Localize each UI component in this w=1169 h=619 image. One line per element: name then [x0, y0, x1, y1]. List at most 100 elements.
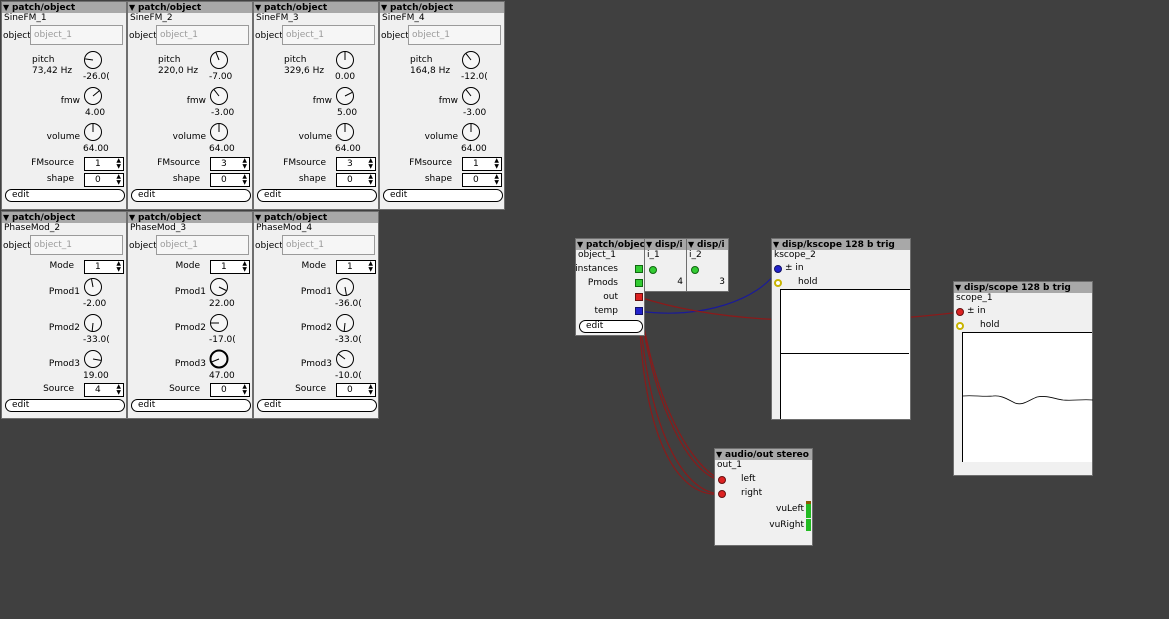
stepper-arrows-icon[interactable]: ▲ ▼: [368, 158, 373, 170]
disp-i2-module[interactable]: ▼ disp/i i_2 3: [686, 238, 729, 292]
module-header[interactable]: ▼ patch/object: [576, 239, 644, 250]
edit-button[interactable]: edit: [5, 189, 125, 202]
sinefm-module[interactable]: ▼ patch/object SineFM_1 object object_1 pitc…: [1, 1, 127, 210]
mode-stepper[interactable]: 1 ▲ ▼: [84, 260, 124, 274]
left-inlet[interactable]: [718, 476, 726, 484]
shape-stepper[interactable]: 0 ▲ ▼: [336, 173, 376, 187]
shape-stepper[interactable]: 0 ▲ ▼: [84, 173, 124, 187]
edit-button[interactable]: edit: [579, 320, 643, 333]
edit-button[interactable]: edit: [257, 399, 377, 412]
stepper-arrows-icon[interactable]: ▲ ▼: [116, 174, 121, 186]
object-field[interactable]: object_1: [30, 25, 123, 45]
pitch-knob[interactable]: [335, 50, 355, 70]
object-field[interactable]: object_1: [156, 235, 249, 255]
fmsource-stepper[interactable]: 1 ▲ ▼: [84, 157, 124, 171]
module-header[interactable]: ▼ disp/kscope 128 b trig: [772, 239, 910, 250]
module-header[interactable]: ▼ patch/object: [2, 212, 126, 223]
pitch-knob[interactable]: [461, 50, 481, 70]
main-object-module[interactable]: ▼ patch/object object_1 instances Pmods …: [575, 238, 645, 336]
module-header[interactable]: ▼ disp/i: [645, 239, 686, 250]
source-stepper[interactable]: 0 ▲ ▼: [210, 383, 250, 397]
disp-i1-module[interactable]: ▼ disp/i i_1 4: [644, 238, 687, 292]
pmod2-knob[interactable]: [83, 313, 103, 333]
pmod3-knob[interactable]: [335, 349, 355, 369]
right-inlet[interactable]: [718, 490, 726, 498]
stepper-arrows-icon[interactable]: ▲ ▼: [494, 158, 499, 170]
pmod2-knob[interactable]: [335, 313, 355, 333]
pmod3-knob[interactable]: [209, 349, 229, 369]
module-header[interactable]: ▼ patch/object: [128, 212, 252, 223]
module-header[interactable]: ▼ patch/object: [128, 2, 252, 13]
in-inlet[interactable]: [774, 265, 782, 273]
stepper-arrows-icon[interactable]: ▲ ▼: [116, 158, 121, 170]
edit-button[interactable]: edit: [257, 189, 377, 202]
source-stepper[interactable]: 0 ▲ ▼: [336, 383, 376, 397]
edit-button[interactable]: edit: [383, 189, 503, 202]
fmsource-stepper[interactable]: 3 ▲ ▼: [336, 157, 376, 171]
module-header[interactable]: ▼ audio/out stereo: [715, 449, 812, 460]
pmod2-knob[interactable]: [209, 313, 229, 333]
fmw-knob[interactable]: [461, 86, 481, 106]
kscope-module[interactable]: ▼ disp/kscope 128 b trig kscope_2 ± in h…: [771, 238, 911, 420]
module-header[interactable]: ▼ patch/object: [254, 2, 378, 13]
module-header[interactable]: ▼ patch/object: [254, 212, 378, 223]
pmod1-knob[interactable]: [83, 277, 103, 297]
phasemod-module[interactable]: ▼ patch/object PhaseMod_4 object object_1 Mo…: [253, 211, 379, 419]
fmw-knob[interactable]: [83, 86, 103, 106]
pmod1-knob[interactable]: [335, 277, 355, 297]
pmod1-knob[interactable]: [209, 277, 229, 297]
pitch-knob[interactable]: [83, 50, 103, 70]
pitch-knob[interactable]: [209, 50, 229, 70]
module-header[interactable]: ▼ disp/i: [687, 239, 728, 250]
sinefm-module[interactable]: ▼ patch/object SineFM_3 object object_1 pitc…: [253, 1, 379, 210]
volume-knob[interactable]: [461, 122, 481, 142]
scope-module[interactable]: ▼ disp/scope 128 b trig scope_1 ± in hol…: [953, 281, 1094, 476]
pmod3-knob[interactable]: [83, 349, 103, 369]
object-field[interactable]: object_1: [30, 235, 123, 255]
hold-inlet[interactable]: [956, 322, 964, 330]
out-outlet[interactable]: [635, 293, 643, 301]
pmods-outlet[interactable]: [635, 279, 643, 287]
in-inlet[interactable]: [691, 266, 699, 274]
stepper-arrows-icon[interactable]: ▲ ▼: [116, 261, 121, 273]
object-field[interactable]: object_1: [408, 25, 501, 45]
stepper-arrows-icon[interactable]: ▲ ▼: [242, 158, 247, 170]
shape-stepper[interactable]: 0 ▲ ▼: [210, 173, 250, 187]
fmw-knob[interactable]: [209, 86, 229, 106]
mode-stepper[interactable]: 1 ▲ ▼: [336, 260, 376, 274]
object-field[interactable]: object_1: [282, 235, 375, 255]
stepper-arrows-icon[interactable]: ▲ ▼: [368, 384, 373, 396]
edit-button[interactable]: edit: [131, 189, 251, 202]
sinefm-module[interactable]: ▼ patch/object SineFM_4 object object_1 pitc…: [379, 1, 505, 210]
temp-outlet[interactable]: [635, 307, 643, 315]
instances-outlet[interactable]: [635, 265, 643, 273]
hold-inlet[interactable]: [774, 279, 782, 287]
object-field[interactable]: object_1: [282, 25, 375, 45]
edit-button[interactable]: edit: [131, 399, 251, 412]
object-field[interactable]: object_1: [156, 25, 249, 45]
stepper-arrows-icon[interactable]: ▲ ▼: [494, 174, 499, 186]
in-inlet[interactable]: [649, 266, 657, 274]
volume-knob[interactable]: [83, 122, 103, 142]
stepper-arrows-icon[interactable]: ▲ ▼: [368, 261, 373, 273]
module-header[interactable]: ▼ patch/object: [2, 2, 126, 13]
module-header[interactable]: ▼ disp/scope 128 b trig: [954, 282, 1092, 293]
phasemod-module[interactable]: ▼ patch/object PhaseMod_2 object object_1 Mo…: [1, 211, 127, 419]
shape-stepper[interactable]: 0 ▲ ▼: [462, 173, 502, 187]
module-header[interactable]: ▼ patch/object: [380, 2, 504, 13]
stepper-arrows-icon[interactable]: ▲ ▼: [368, 174, 373, 186]
phasemod-module[interactable]: ▼ patch/object PhaseMod_3 object object_1 Mo…: [127, 211, 253, 419]
volume-knob[interactable]: [335, 122, 355, 142]
mode-stepper[interactable]: 1 ▲ ▼: [210, 260, 250, 274]
stepper-arrows-icon[interactable]: ▲ ▼: [242, 261, 247, 273]
fmsource-stepper[interactable]: 1 ▲ ▼: [462, 157, 502, 171]
source-stepper[interactable]: 4 ▲ ▼: [84, 383, 124, 397]
stepper-arrows-icon[interactable]: ▲ ▼: [242, 174, 247, 186]
volume-knob[interactable]: [209, 122, 229, 142]
audio-out-module[interactable]: ▼ audio/out stereo out_1 left right vuLe…: [714, 448, 813, 546]
stepper-arrows-icon[interactable]: ▲ ▼: [242, 384, 247, 396]
stepper-arrows-icon[interactable]: ▲ ▼: [116, 384, 121, 396]
in-inlet[interactable]: [956, 308, 964, 316]
fmw-knob[interactable]: [335, 86, 355, 106]
sinefm-module[interactable]: ▼ patch/object SineFM_2 object object_1 pitc…: [127, 1, 253, 210]
